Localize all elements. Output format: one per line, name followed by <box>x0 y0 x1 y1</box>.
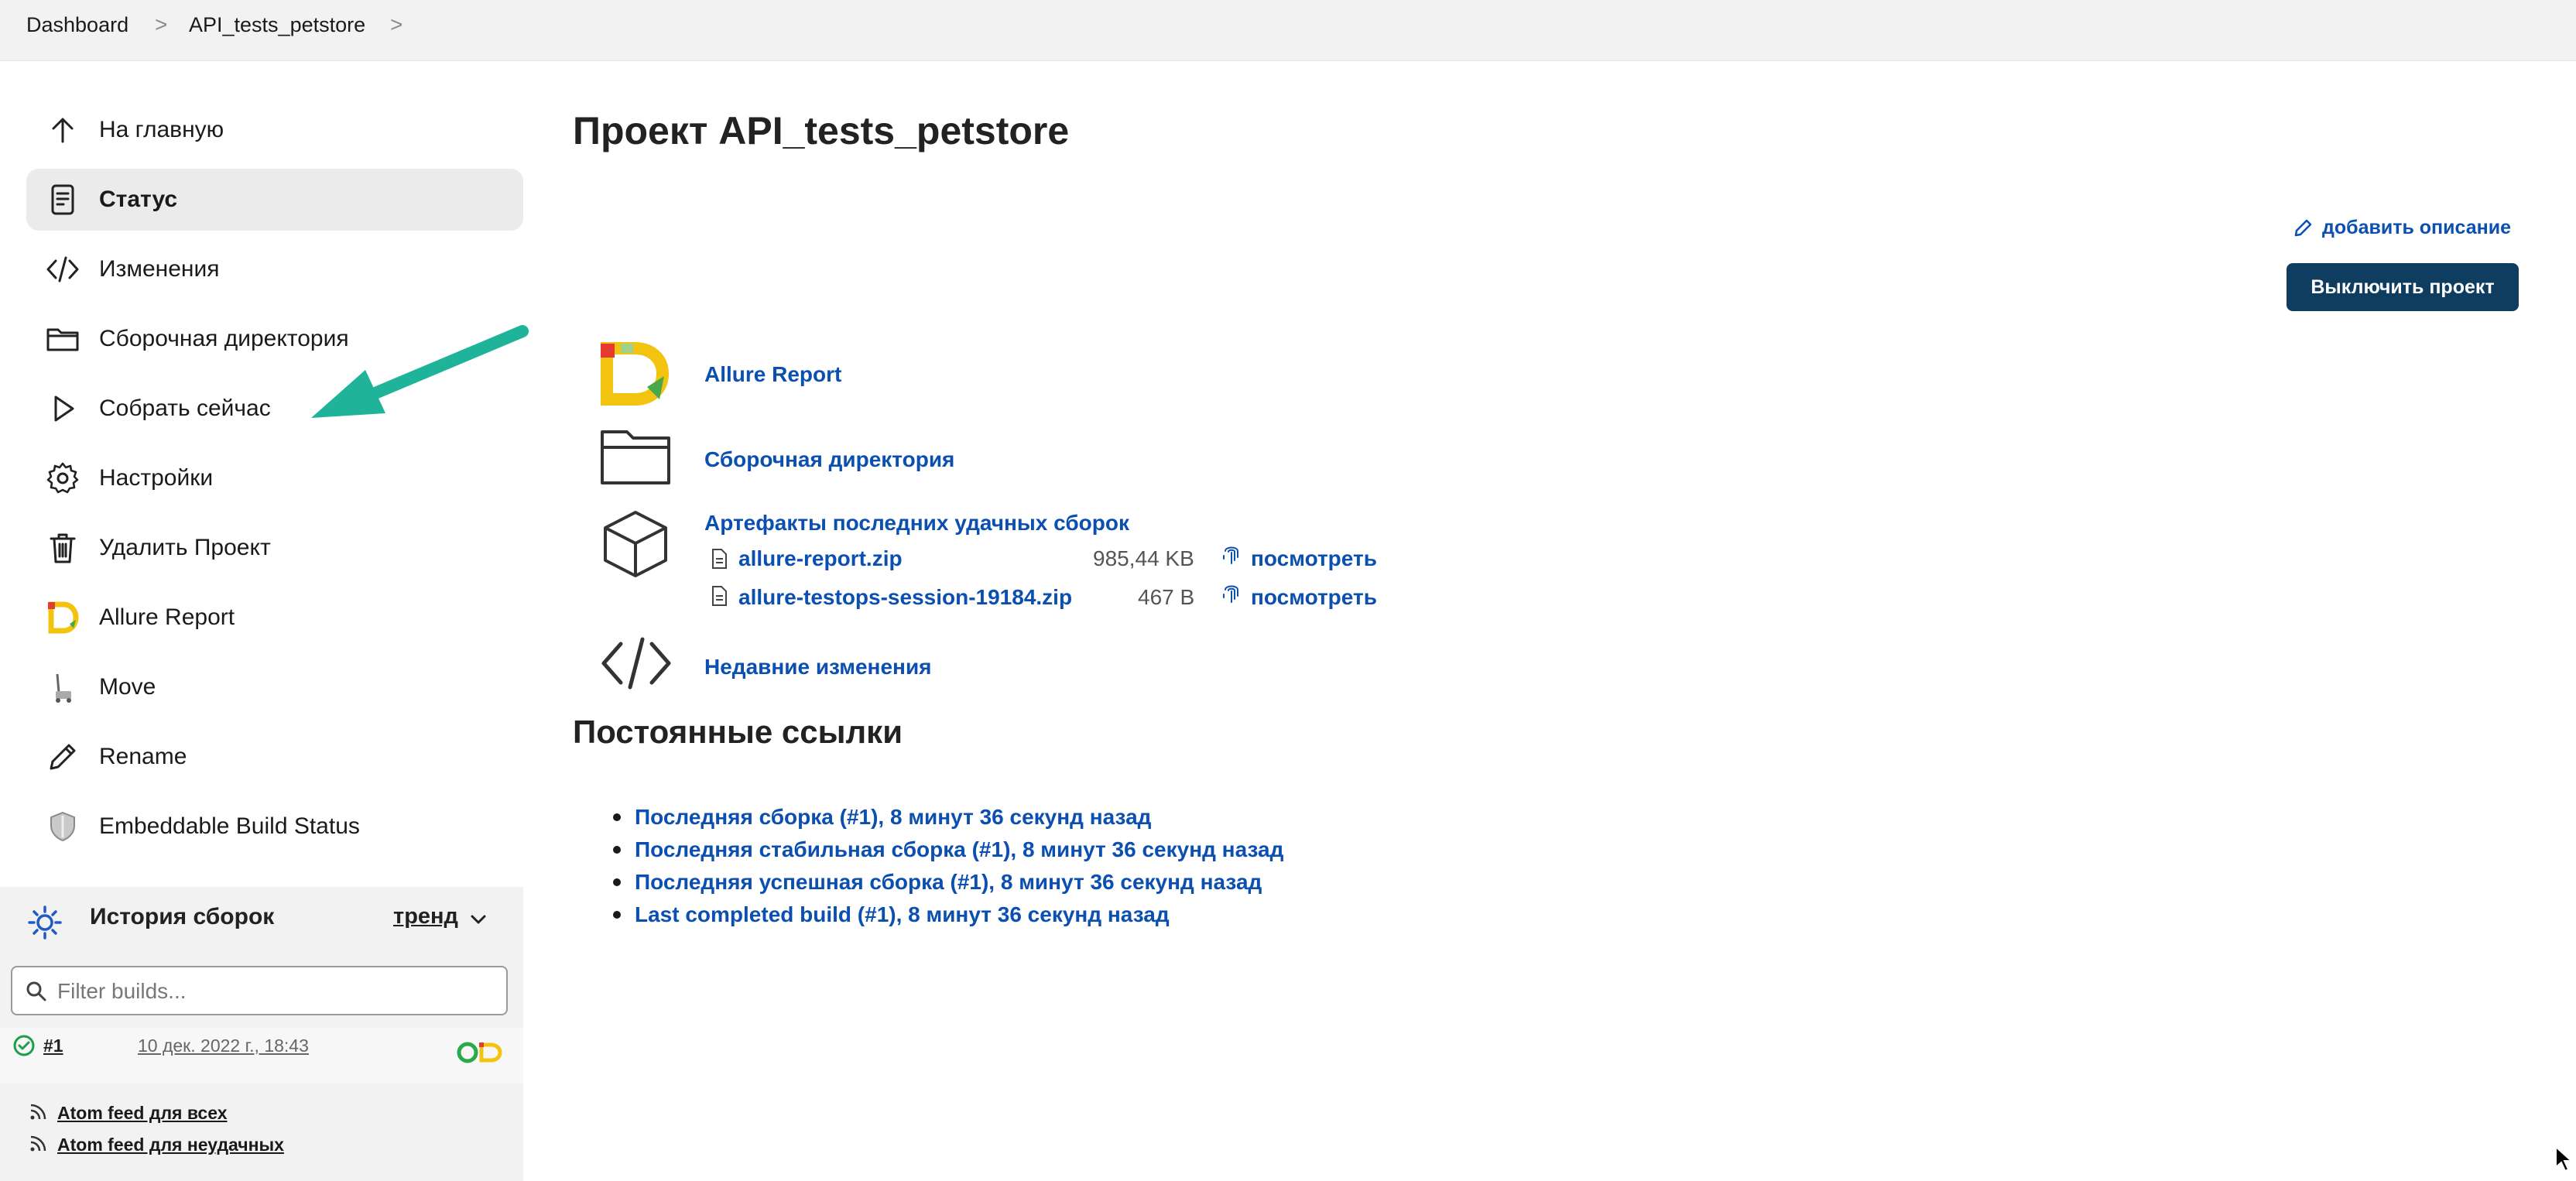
cursor-icon <box>2555 1145 2574 1172</box>
sidebar-item-home[interactable]: На главную <box>26 99 523 161</box>
success-check-icon <box>13 1035 35 1056</box>
file-icon <box>712 549 727 569</box>
gear-icon <box>46 462 79 494</box>
page-title: Проект API_tests_petstore <box>573 109 1070 152</box>
allure-logo-icon <box>48 601 79 634</box>
move-icon <box>56 673 71 703</box>
breadcrumb-separator[interactable]: > <box>390 12 402 37</box>
sidebar-item-settings[interactable]: Настройки <box>26 447 523 509</box>
disable-project-button[interactable]: Выключить проект <box>2287 263 2519 311</box>
sidebar-item-label: Изменения <box>99 256 220 282</box>
file-icon <box>712 586 727 606</box>
view-artifact-link[interactable]: посмотреть <box>1251 546 1377 571</box>
permalinks-title: Постоянные ссылки <box>573 714 903 750</box>
breadcrumb-dashboard[interactable]: Dashboard <box>26 13 128 37</box>
atom-feed-all-link[interactable]: Atom feed для всех <box>57 1103 228 1124</box>
allure-logo-icon <box>601 342 670 406</box>
sidebar-item-label: Удалить Проект <box>99 535 271 560</box>
sidebar-item-label: Настройки <box>99 465 214 491</box>
permalink-last-completed[interactable]: Last completed build (#1), 8 минут 36 се… <box>635 902 1170 927</box>
rss-icon <box>30 1104 46 1120</box>
list-bullet <box>613 878 621 886</box>
sidebar-item-label: Embeddable Build Status <box>99 813 360 839</box>
sidebar-item-label: На главную <box>99 117 224 142</box>
play-icon <box>54 395 74 422</box>
list-bullet <box>613 813 621 821</box>
sidebar-item-rename[interactable]: Rename <box>26 726 523 788</box>
code-icon <box>601 637 671 690</box>
permalink-last-successful[interactable]: Последняя успешная сборка (#1), 8 минут … <box>635 870 1262 895</box>
allure-report-link[interactable]: Allure Report <box>704 362 841 387</box>
sidebar-item-move[interactable]: Move <box>26 656 523 718</box>
breadcrumb: Dashboard > API_tests_petstore > <box>0 0 2576 61</box>
arrow-up-icon <box>52 118 74 143</box>
sidebar-item-embeddable-build-status[interactable]: Embeddable Build Status <box>26 796 523 858</box>
recent-changes-link[interactable]: Недавние изменения <box>704 655 932 680</box>
list-bullet <box>613 846 621 854</box>
sidebar-item-label: Статус <box>99 187 178 212</box>
artifact-file-link[interactable]: allure-report.zip <box>738 546 903 571</box>
code-icon <box>46 256 79 282</box>
sidebar-item-allure-report[interactable]: Allure Report <box>26 587 523 649</box>
filter-builds-input[interactable] <box>56 975 492 1008</box>
sidebar-item-label: Move <box>99 674 156 700</box>
rss-icon <box>30 1135 46 1152</box>
trash-icon <box>50 533 76 563</box>
permalink-last-build[interactable]: Последняя сборка (#1), 8 минут 36 секунд… <box>635 805 1151 830</box>
sidebar-item-changes[interactable]: Изменения <box>26 238 523 300</box>
fingerprint-icon[interactable] <box>1221 582 1242 605</box>
pencil-icon[interactable] <box>2293 217 2314 238</box>
sun-icon <box>28 905 62 940</box>
breadcrumb-project[interactable]: API_tests_petstore <box>189 13 365 37</box>
folder-icon <box>601 430 670 484</box>
chevron-down-icon[interactable] <box>468 909 489 930</box>
artifact-file-link[interactable]: allure-testops-session-19184.zip <box>738 585 1072 610</box>
build-badges-icon[interactable] <box>457 1039 506 1066</box>
package-icon <box>604 511 667 577</box>
pencil-icon <box>50 744 76 770</box>
atom-feed-failed-link[interactable]: Atom feed для неудачных <box>57 1135 284 1155</box>
breadcrumb-separator: > <box>155 12 168 36</box>
table-row[interactable]: #1 10 дек. 2022 г., 18:43 <box>0 1028 523 1083</box>
artifact-size: 985,44 KB <box>1093 546 1194 570</box>
view-artifact-link[interactable]: посмотреть <box>1251 585 1377 610</box>
workspace-link[interactable]: Сборочная директория <box>704 447 954 472</box>
annotation-arrow <box>311 325 529 418</box>
sidebar-item-status[interactable]: Статус <box>26 169 523 231</box>
permalink-last-stable[interactable]: Последняя стабильная сборка (#1), 8 мину… <box>635 837 1283 862</box>
shield-icon <box>50 811 75 842</box>
filter-builds-field[interactable] <box>11 966 508 1015</box>
build-history-title: История сборок <box>90 904 275 929</box>
search-icon <box>26 981 46 1001</box>
sidebar-item-delete-project[interactable]: Удалить Проект <box>26 517 523 579</box>
add-description-link[interactable]: добавить описание <box>2322 217 2511 239</box>
build-number-link[interactable]: #1 <box>43 1036 63 1056</box>
folder-icon <box>46 328 79 351</box>
trend-link[interactable]: тренд <box>393 904 458 929</box>
artifacts-link[interactable]: Артефакты последних удачных сборок <box>704 511 1129 536</box>
build-date-link[interactable]: 10 дек. 2022 г., 18:43 <box>138 1036 309 1056</box>
document-icon <box>51 184 74 215</box>
sidebar-item-label: Собрать сейчас <box>99 395 271 421</box>
build-history-panel: История сборок тренд #1 10 дек. 2022 г.,… <box>0 887 523 1181</box>
artifact-size: 467 B <box>1138 585 1195 609</box>
sidebar-item-label: Rename <box>99 744 187 769</box>
fingerprint-icon[interactable] <box>1221 543 1242 567</box>
sidebar-item-label: Allure Report <box>99 604 235 630</box>
list-bullet <box>613 911 621 919</box>
